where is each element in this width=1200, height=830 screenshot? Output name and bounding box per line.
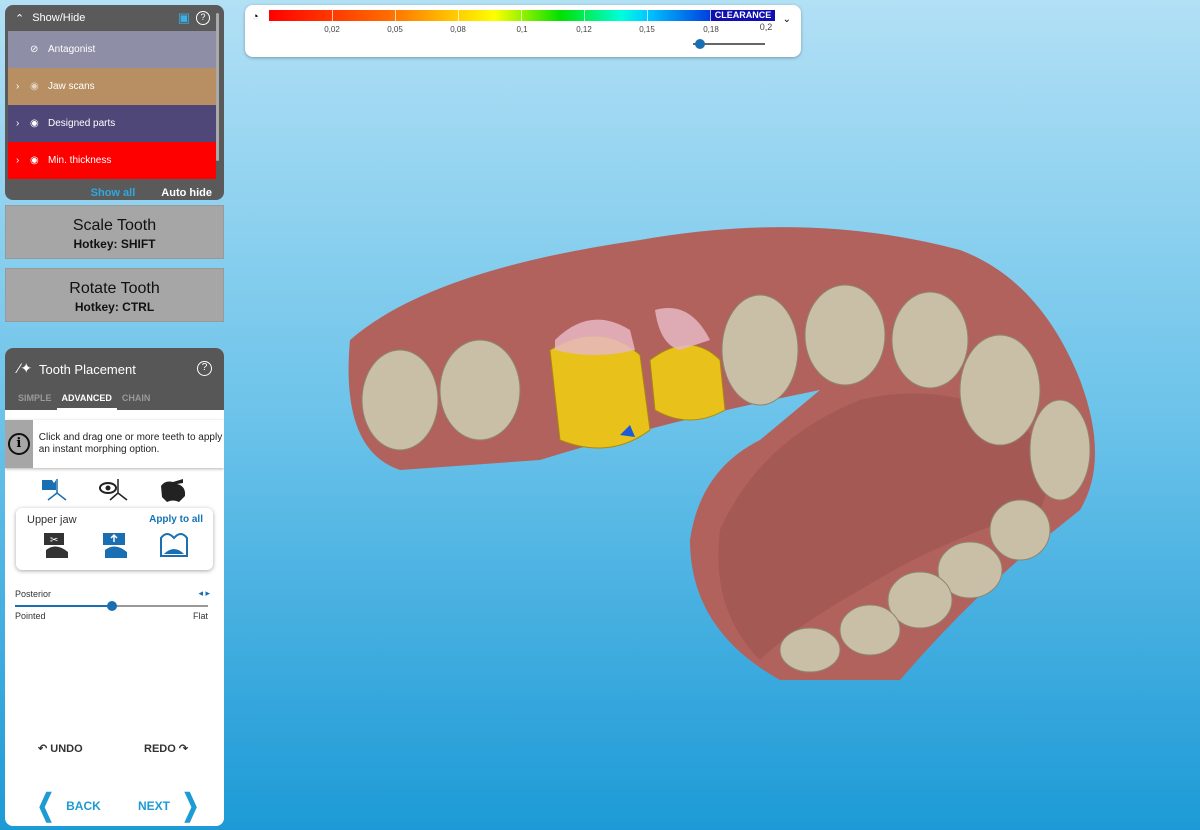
auto-hide-button[interactable]: Auto hide	[161, 187, 212, 199]
jaw-3d-model[interactable]	[340, 210, 1110, 690]
clearance-label: CLEARANCE	[711, 10, 775, 21]
tab-advanced[interactable]: ADVANCED	[56, 390, 117, 410]
occlusion-tooth-icon[interactable]	[159, 530, 189, 560]
upper-jaw-card: Upper jaw Apply to all ✂	[16, 508, 213, 570]
info-icon: i	[7, 433, 30, 455]
show-hide-title: Show/Hide	[32, 12, 86, 24]
posterior-slider[interactable]	[15, 601, 208, 611]
help-icon[interactable]: ?	[196, 11, 210, 25]
gauge-icon[interactable]: ◔	[252, 11, 259, 23]
layer-antagonist[interactable]: ⊘ Antagonist	[8, 31, 216, 68]
view-axis-icon[interactable]	[98, 476, 130, 504]
redo-button[interactable]: REDO ↷	[144, 742, 188, 755]
panel-title: Tooth Placement	[39, 362, 136, 377]
svg-text:✂: ✂	[50, 535, 58, 546]
chevron-left-icon: ❮	[36, 789, 55, 822]
tab-simple[interactable]: SIMPLE	[13, 390, 57, 410]
apply-to-all-button[interactable]: Apply to all	[149, 514, 203, 525]
eye-off-icon[interactable]: ⊘	[30, 44, 48, 55]
layer-jaw-scans[interactable]: › ◉ Jaw scans	[8, 68, 216, 105]
eye-icon[interactable]: ◉	[30, 81, 48, 92]
show-all-button[interactable]: Show all	[91, 187, 136, 199]
eye-icon[interactable]: ◉	[30, 155, 48, 166]
next-button[interactable]: NEXT ❯	[138, 788, 203, 823]
magic-wand-icon: ⁄✦	[18, 360, 33, 376]
slider-handle[interactable]	[106, 601, 117, 611]
expand-chevron-icon[interactable]: ›	[16, 81, 30, 92]
scrollbar[interactable]	[216, 13, 219, 161]
info-box: i Click and drag one or more teeth to ap…	[5, 420, 224, 468]
undo-button[interactable]: ↶ UNDO	[38, 742, 83, 755]
clearance-color-bar: ◔ CLEARANCE 0,02 0,05 0,08 0,1 0,12 0,15…	[245, 5, 801, 57]
tooth-placement-panel: ⁄✦ Tooth Placement ? SIMPLE ADVANCED CHA…	[5, 348, 224, 826]
show-hide-panel: ⌃ Show/Hide ▣ ? ⊘ Antagonist › ◉ Jaw scans …	[5, 5, 224, 200]
tooth-shape-icon[interactable]	[158, 476, 190, 504]
tab-chain[interactable]: CHAIN	[117, 390, 156, 410]
layer-min-thickness[interactable]: › ◉ Min. thickness	[8, 142, 216, 179]
chevron-right-icon: ❯	[181, 789, 200, 822]
move-tooth-icon[interactable]	[39, 476, 71, 504]
expand-chevron-icon[interactable]: ›	[16, 155, 30, 166]
rotate-tooth-button[interactable]: Rotate Tooth Hotkey: CTRL	[5, 268, 224, 322]
redo-icon: ↷	[175, 743, 189, 755]
help-icon[interactable]: ?	[197, 361, 212, 376]
scale-tooth-button[interactable]: Scale Tooth Hotkey: SHIFT	[5, 205, 224, 259]
eye-icon[interactable]: ◉	[30, 118, 48, 129]
collapse-chevron-icon[interactable]: ⌃	[15, 12, 24, 25]
touch-mode-icon[interactable]: ▣	[178, 10, 190, 26]
undo-icon: ↶	[38, 743, 51, 755]
layer-designed-parts[interactable]: › ◉ Designed parts	[8, 105, 216, 142]
step-arrows[interactable]: ◂ ▸	[198, 588, 210, 599]
back-button[interactable]: ❮ BACK	[33, 788, 101, 823]
slider-handle[interactable]	[695, 39, 705, 49]
expand-chevron-icon[interactable]: ›	[16, 118, 30, 129]
chevron-down-icon[interactable]: ⌄	[783, 14, 791, 25]
raise-tooth-icon[interactable]	[100, 530, 130, 560]
clearance-slider[interactable]	[693, 39, 765, 49]
cut-tooth-icon[interactable]: ✂	[41, 530, 71, 560]
color-gradient	[269, 10, 739, 21]
